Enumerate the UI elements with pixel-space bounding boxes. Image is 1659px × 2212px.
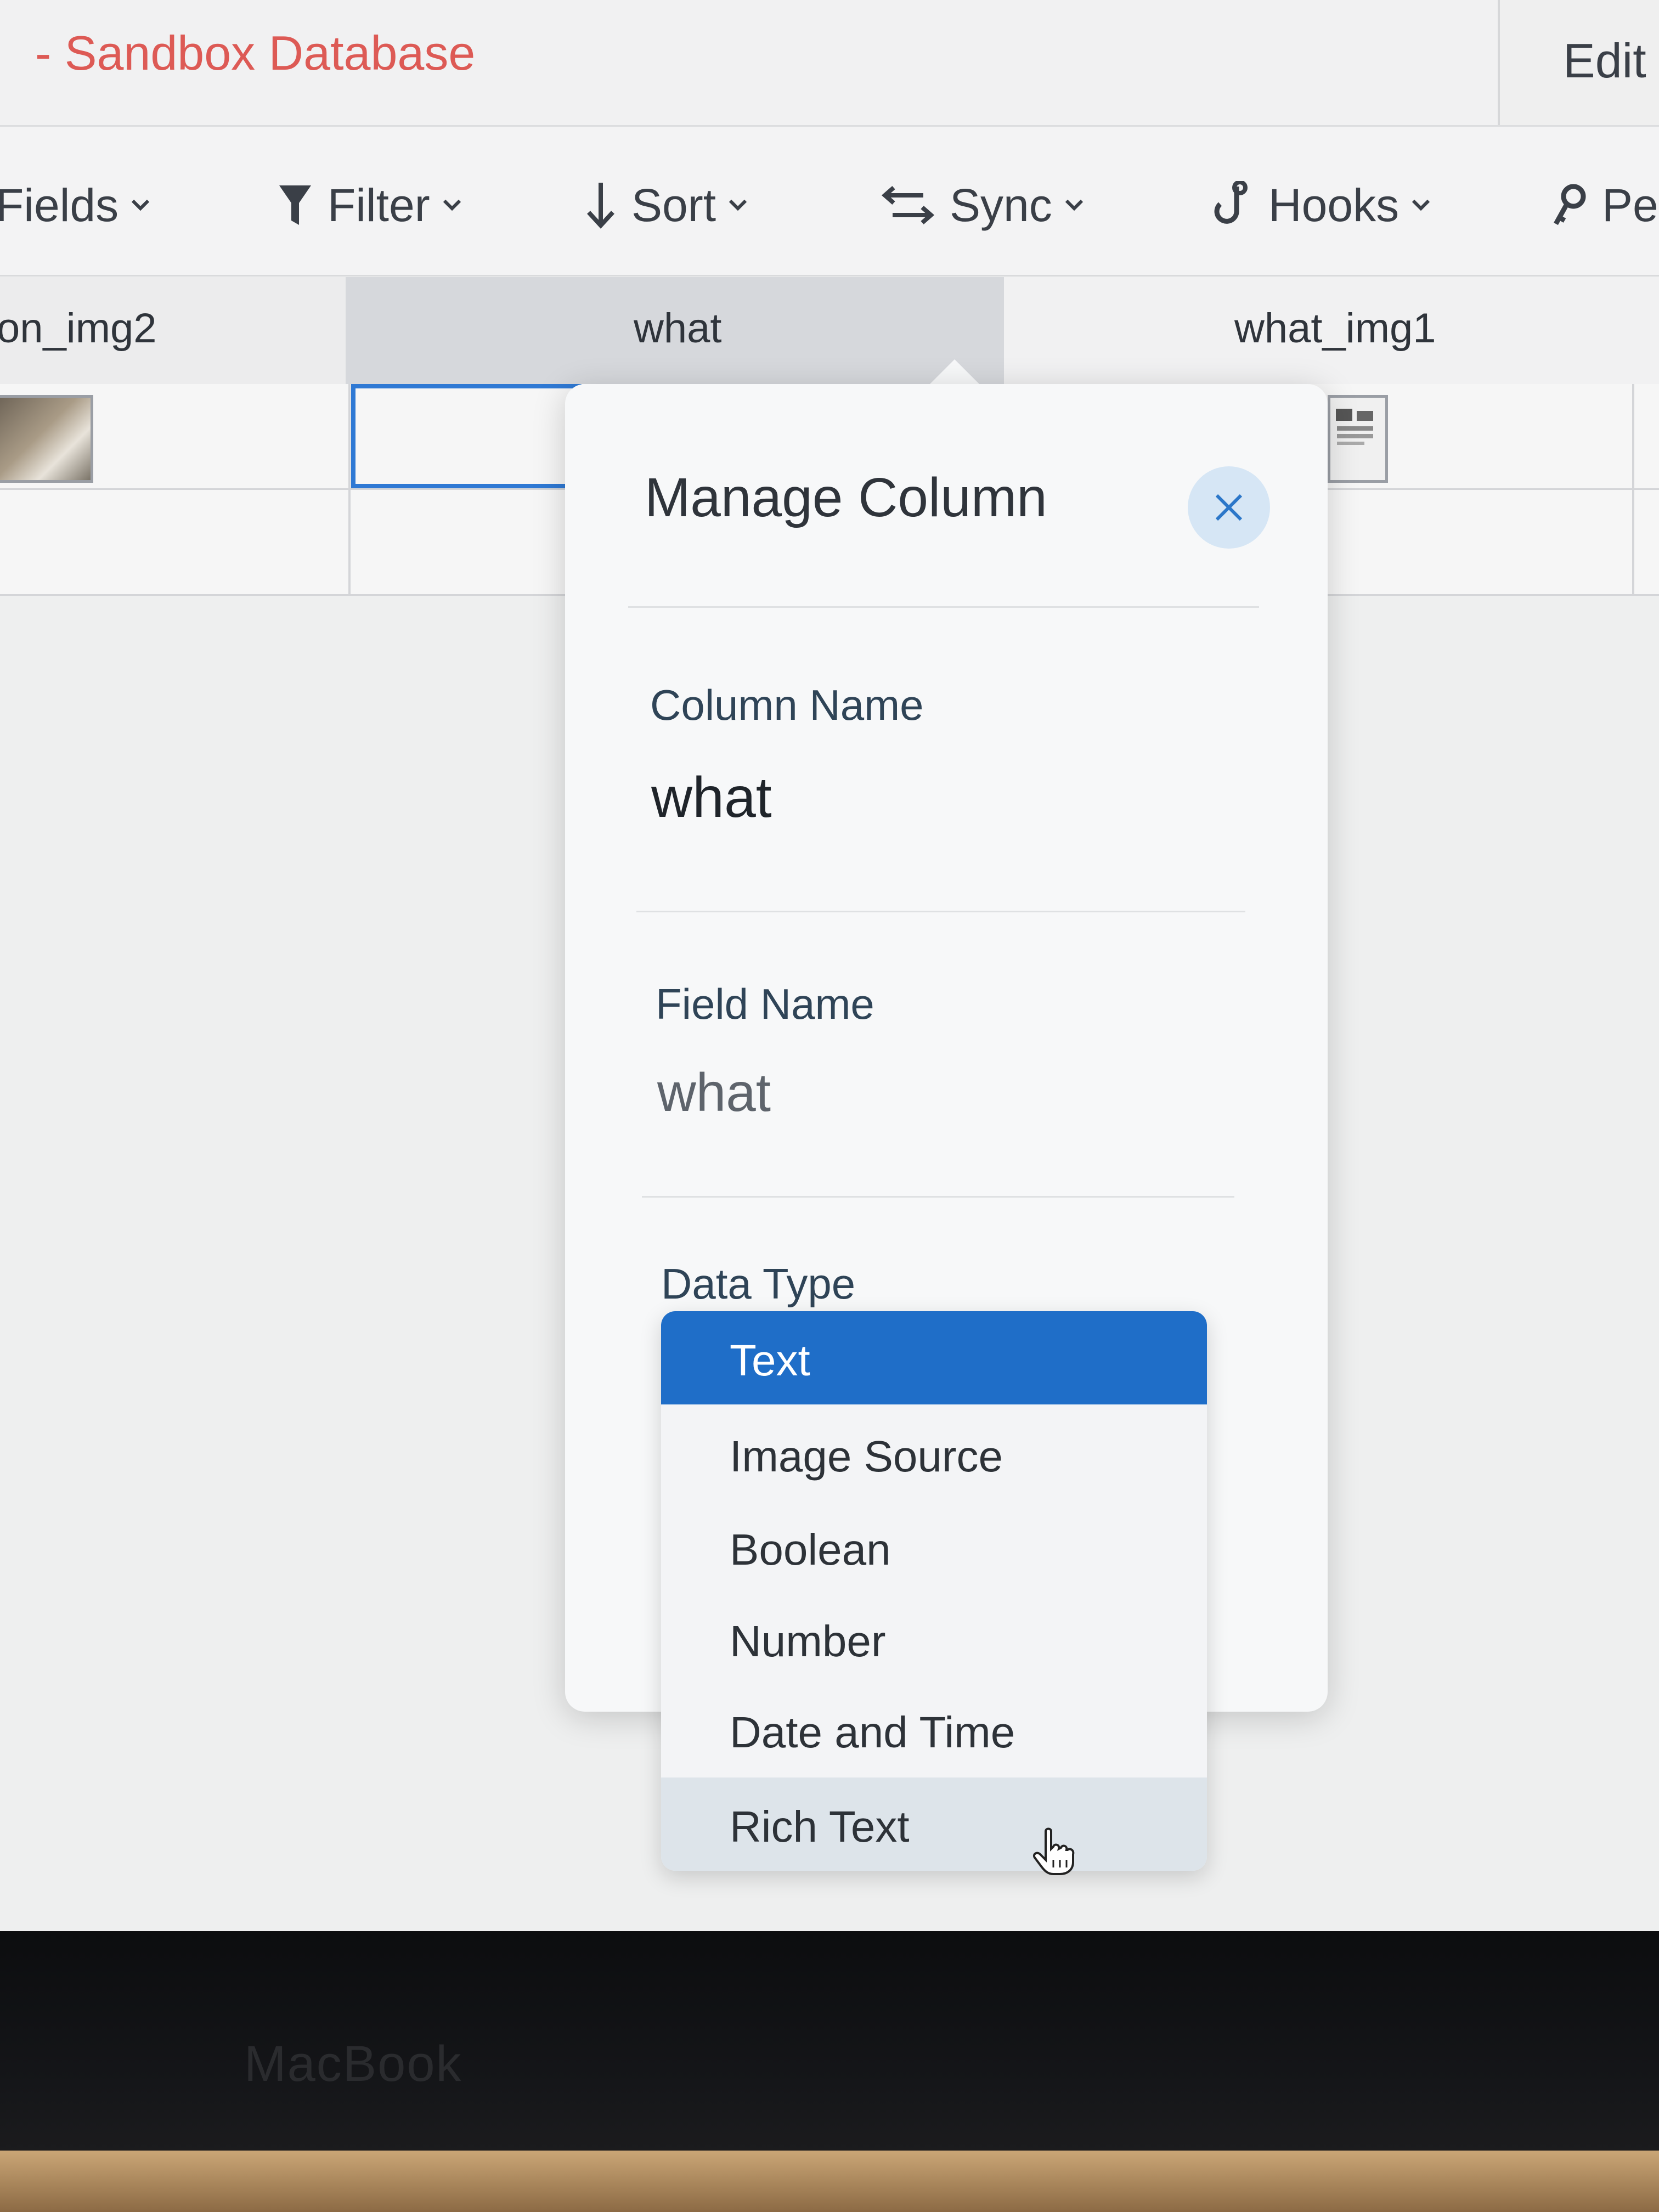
fields-label: Fields [0,179,119,231]
thumbnail-image-icon [1336,409,1373,445]
sync-menu[interactable]: Sync [881,175,1084,235]
sort-icon [587,183,614,229]
permissions-icon [1554,184,1586,225]
close-button[interactable] [1188,466,1270,549]
data-type-option-image-source[interactable]: Image Source [661,1407,1207,1500]
cell-divider [1632,384,1634,596]
sort-label: Sort [631,179,716,231]
data-type-option-text[interactable]: Text [661,1311,1207,1404]
hooks-icon [1214,181,1248,224]
field-name-label: Field Name [656,980,874,1028]
sort-menu[interactable]: Sort [584,175,748,235]
option-label: Boolean [730,1525,891,1574]
hooks-menu[interactable]: Hooks [1212,175,1431,235]
filter-menu[interactable]: Filter [277,175,462,235]
permissions-menu[interactable]: Pe [1553,175,1658,235]
chevron-down-icon [729,199,747,211]
hand-cursor-icon [1033,1827,1075,1875]
hooks-label: Hooks [1268,179,1400,231]
column-header-label: on_img2 [0,305,157,352]
image-thumbnail[interactable] [0,395,93,483]
toolbar: Fields Filter Sort Sync Hooks Pe [0,127,1659,276]
edit-button[interactable]: Edit [1498,0,1659,125]
close-icon [1215,494,1243,521]
column-header[interactable]: what_img1 [1004,277,1659,386]
cell-divider [348,384,351,596]
column-header-label: what [634,305,722,352]
divider [636,911,1245,912]
chevron-down-icon [1065,199,1083,211]
popover-arrow [927,359,982,387]
title-bar: - Sandbox Database Edit [0,0,1659,127]
fields-menu[interactable]: Fields [0,175,150,235]
column-name-label: Column Name [650,681,924,729]
option-label: Number [730,1617,886,1666]
data-type-dropdown[interactable]: Text Image Source Boolean Number Date an… [661,1311,1207,1871]
filter-label: Filter [328,179,430,231]
data-type-option-boolean[interactable]: Boolean [661,1500,1207,1594]
divider [642,1196,1234,1198]
selected-cell[interactable] [351,384,582,488]
option-label: Image Source [730,1432,1003,1481]
divider [628,606,1259,608]
sync-icon [881,185,935,225]
chevron-down-icon [443,199,461,211]
data-type-option-number[interactable]: Number [661,1592,1207,1685]
column-header[interactable]: on_img2 [0,277,346,386]
option-label: Rich Text [730,1802,910,1851]
data-type-label: Data Type [661,1260,856,1308]
popover-title: Manage Column [645,467,1047,528]
column-name-field[interactable]: what [651,765,772,831]
data-type-option-rich-text[interactable]: Rich Text [661,1778,1207,1871]
image-thumbnail[interactable] [1328,395,1388,483]
edit-button-label: Edit [1563,33,1646,88]
chevron-down-icon [131,199,150,211]
chevron-down-icon [1412,199,1430,211]
permissions-label: Pe [1602,179,1658,231]
laptop-base [0,2151,1659,2212]
app-screen: - Sandbox Database Edit Fields Filter So… [0,0,1659,1931]
column-header-label: what_img1 [1234,305,1436,352]
option-label: Date and Time [730,1708,1015,1757]
column-header-active[interactable]: what [346,277,1004,386]
field-name-value: what [657,1062,771,1122]
filter-icon [279,185,311,225]
laptop-brand-label: MacBook [244,2036,462,2092]
data-type-option-date-and-time[interactable]: Date and Time [661,1683,1207,1776]
database-title: - Sandbox Database [35,26,476,80]
sync-label: Sync [950,179,1052,231]
option-label: Text [730,1336,810,1385]
